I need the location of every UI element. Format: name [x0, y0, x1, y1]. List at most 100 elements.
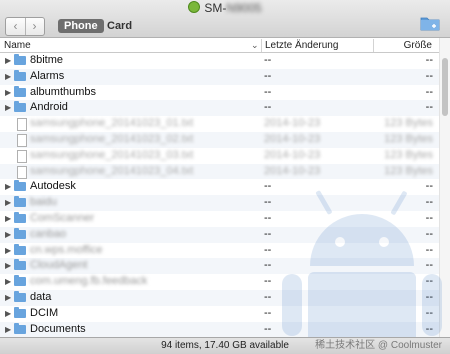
folder-icon	[14, 275, 26, 287]
column-size-header[interactable]: Größe	[373, 39, 434, 52]
disclosure-triangle-icon[interactable]: ▶	[5, 227, 11, 243]
folder-icon	[14, 290, 26, 302]
item-date: --	[264, 306, 272, 319]
column-header: Name ⌄ Letzte Änderung Größe	[0, 38, 440, 53]
item-size: --	[425, 243, 433, 256]
item-size: 123 Bytes	[384, 132, 433, 145]
disclosure-triangle-icon[interactable]: ▶	[5, 195, 11, 211]
disclosure-triangle-icon[interactable]: ▶	[5, 322, 11, 338]
document-icon	[17, 165, 27, 179]
item-size: --	[425, 85, 433, 98]
folder-icon	[14, 243, 26, 255]
item-date: --	[264, 243, 272, 256]
android-device-icon	[188, 1, 201, 13]
disclosure-triangle-icon[interactable]: ▶	[5, 69, 11, 85]
item-name: ComScanner	[30, 211, 95, 224]
column-name-header[interactable]: Name	[4, 39, 31, 52]
item-size: --	[425, 227, 433, 240]
item-size: --	[425, 290, 433, 303]
disclosure-triangle-icon[interactable]: ▶	[5, 258, 11, 274]
item-name: DCIM	[30, 306, 59, 319]
item-size: --	[425, 196, 433, 209]
file-row[interactable]: samsungphone_20141023_02.txt 2014-10-23 12…	[0, 131, 440, 148]
navigation-buttons: ‹ ›	[5, 17, 45, 36]
document-icon	[17, 118, 27, 132]
folder-row[interactable]: ▶ Alarms -- --	[0, 68, 440, 85]
folder-row[interactable]: ▶ Autodesk -- --	[0, 179, 440, 195]
file-row[interactable]: samsungphone_20141023_01.txt 2014-10-23 12…	[0, 116, 440, 132]
scrollbar-thumb[interactable]	[442, 58, 448, 116]
folder-row[interactable]: ▶ baidu -- --	[0, 195, 440, 211]
folder-row[interactable]: ▶ cn.wps.moffice -- --	[0, 243, 440, 259]
item-size: --	[425, 54, 433, 66]
folder-icon	[14, 227, 26, 239]
item-name: Android	[30, 101, 68, 114]
watermark-text: 稀土技术社区 @ Coolmuster	[315, 340, 442, 351]
disclosure-triangle-icon[interactable]: ▶	[5, 290, 11, 306]
folder-row[interactable]: ▶ DCIM -- --	[0, 306, 440, 322]
folder-row[interactable]: ▶ Android -- --	[0, 100, 440, 117]
disclosure-triangle-icon[interactable]: ▶	[5, 100, 11, 116]
folder-row[interactable]: ▶ canbao -- --	[0, 226, 440, 243]
item-date: 2014-10-23	[264, 164, 321, 177]
toolbar: SM-N9005 ‹ › Phone Card	[0, 0, 450, 38]
item-name: canbao	[30, 227, 67, 240]
folder-icon	[14, 306, 26, 318]
disclosure-triangle-icon[interactable]: ▶	[5, 53, 11, 69]
folder-row[interactable]: ▶ albumthumbs -- --	[0, 85, 440, 101]
disclosure-triangle-icon[interactable]: ▶	[5, 85, 11, 101]
item-date: --	[264, 275, 272, 288]
file-row[interactable]: samsungphone_20141023_04.txt 2014-10-23 12…	[0, 163, 440, 180]
tab-card[interactable]: Card	[101, 19, 138, 33]
disclosure-triangle-icon[interactable]: ▶	[5, 243, 11, 259]
folder-row[interactable]: ▶ CloudAgent -- --	[0, 258, 440, 275]
folder-icon	[14, 180, 26, 192]
tab-phone[interactable]: Phone	[58, 19, 104, 33]
folder-icon	[14, 322, 26, 334]
folder-row[interactable]: ▶ data -- --	[0, 289, 440, 306]
folder-row[interactable]: ▶ ComScanner -- --	[0, 211, 440, 227]
item-date: 2014-10-23	[264, 117, 321, 130]
item-date: --	[264, 196, 272, 209]
item-date: --	[264, 85, 272, 98]
item-date: --	[264, 54, 272, 66]
file-list: ▶ 8bitme -- -- ▶ Alarms -- -- ▶ albumthumbs -- -- ▶ A…	[0, 53, 440, 338]
disclosure-triangle-icon[interactable]: ▶	[5, 274, 11, 290]
item-size: 123 Bytes	[384, 148, 433, 161]
vertical-scrollbar[interactable]	[439, 38, 450, 338]
item-name: samsungphone_20141023_03.txt	[30, 148, 194, 161]
item-size: --	[425, 322, 433, 335]
folder-icon	[14, 69, 26, 81]
document-icon	[17, 133, 27, 147]
folder-icon	[14, 54, 26, 65]
status-bar: 94 items, 17.40 GB available 稀土技术社区 @ Co…	[0, 337, 450, 354]
disclosure-triangle-icon[interactable]: ▶	[5, 211, 11, 227]
file-manager-window: SM-N9005 ‹ › Phone Card Name ⌄ Letzte Än…	[0, 0, 450, 354]
item-date: 2014-10-23	[264, 148, 321, 161]
folder-row[interactable]: ▶ 8bitme -- --	[0, 53, 440, 69]
item-date: --	[264, 322, 272, 335]
folder-row[interactable]: ▶ com.umeng.fb.feedback -- --	[0, 274, 440, 290]
folder-row[interactable]: ▶ Documents -- --	[0, 321, 440, 338]
forward-button[interactable]: ›	[25, 18, 44, 35]
item-date: --	[264, 227, 272, 240]
folder-icon	[14, 259, 26, 271]
file-row[interactable]: samsungphone_20141023_03.txt 2014-10-23 12…	[0, 148, 440, 164]
item-size: --	[425, 259, 433, 272]
item-name: Documents	[30, 322, 86, 335]
back-button[interactable]: ‹	[6, 18, 26, 35]
column-date-header[interactable]: Letzte Änderung	[261, 39, 338, 52]
item-name: albumthumbs	[30, 85, 97, 98]
disclosure-triangle-icon[interactable]: ▶	[5, 306, 11, 322]
item-name: baidu	[30, 196, 57, 209]
folder-icon	[14, 211, 26, 223]
item-size: 123 Bytes	[384, 117, 433, 130]
item-size: --	[425, 306, 433, 319]
item-name: 8bitme	[30, 54, 64, 66]
folder-icon	[14, 85, 26, 97]
item-size: --	[425, 211, 433, 224]
item-date: --	[264, 101, 272, 114]
disclosure-triangle-icon[interactable]: ▶	[5, 179, 11, 195]
folder-icon	[14, 196, 26, 208]
new-folder-icon[interactable]	[420, 15, 440, 31]
